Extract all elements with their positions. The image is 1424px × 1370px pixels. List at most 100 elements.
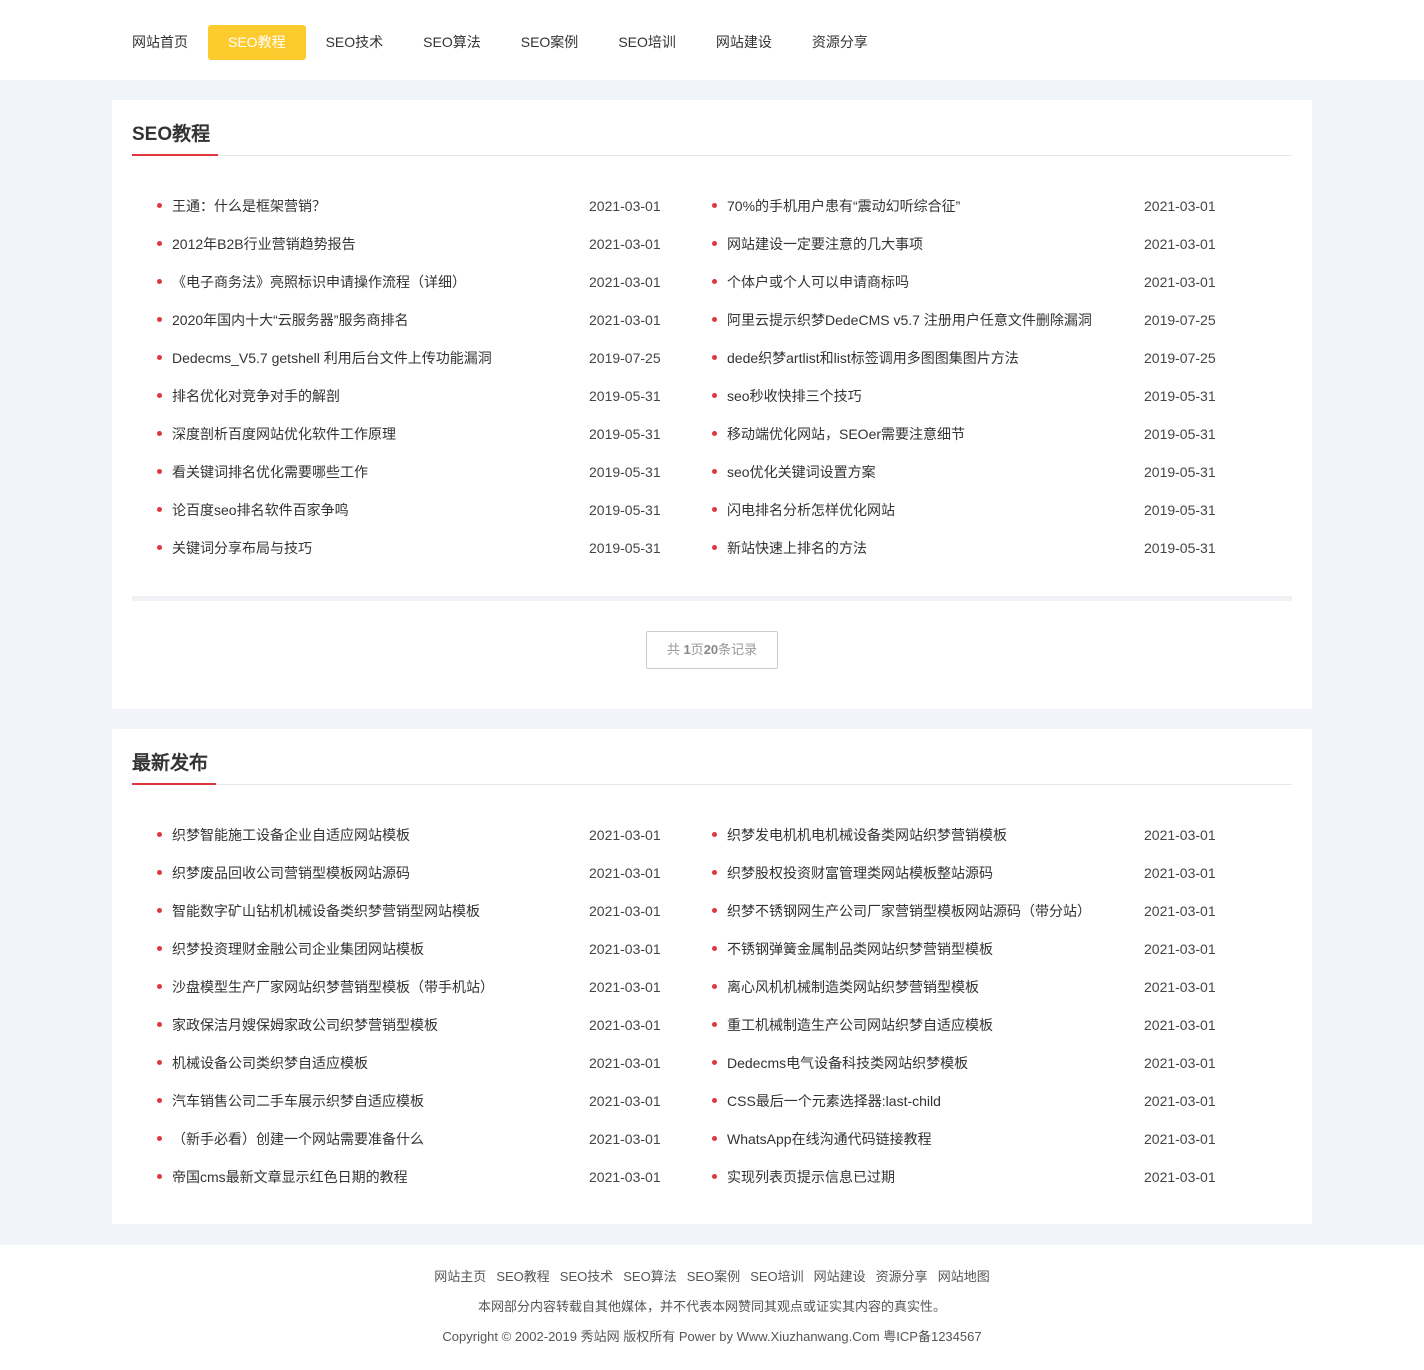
list-item[interactable]: 阿里云提示织梦DedeCMS v5.7 注册用户任意文件删除漏洞 2019-07-…: [712, 309, 1267, 347]
list-item[interactable]: 新站快速上排名的方法 2019-05-31: [712, 537, 1267, 575]
list-item[interactable]: 《电子商务法》亮照标识申请操作流程（详细） 2021-03-01: [157, 271, 712, 309]
article-title-link[interactable]: 织梦股权投资财富管理类网站模板整站源码: [727, 862, 993, 884]
list-item[interactable]: 家政保洁月嫂保姆家政公司织梦营销型模板 2021-03-01: [157, 1014, 712, 1052]
article-title-link[interactable]: 实现列表页提示信息已过期: [727, 1166, 895, 1188]
list-item[interactable]: 沙盘模型生产厂家网站织梦营销型模板（带手机站） 2021-03-01: [157, 976, 712, 1014]
article-title-link[interactable]: 个体户或个人可以申请商标吗: [727, 271, 909, 293]
article-title-link[interactable]: 2020年国内十大“云服务器”服务商排名: [172, 309, 408, 331]
list-item[interactable]: 织梦不锈钢网生产公司厂家营销型模板网站源码（带分站） 2021-03-01: [712, 900, 1267, 938]
article-title-link[interactable]: dede织梦artlist和list标签调用多图图集图片方法: [727, 347, 1019, 369]
article-title-link[interactable]: 阿里云提示织梦DedeCMS v5.7 注册用户任意文件删除漏洞: [727, 309, 1092, 331]
list-item[interactable]: 汽车销售公司二手车展示织梦自适应模板 2021-03-01: [157, 1090, 712, 1128]
article-date: 2021-03-01: [589, 236, 661, 252]
footer-link[interactable]: 资源分享: [876, 1266, 928, 1285]
article-title-link[interactable]: 智能数字矿山钻机机械设备类织梦营销型网站模板: [172, 900, 480, 922]
article-title-link[interactable]: 王通：什么是框架营销？: [172, 195, 326, 217]
footer-link[interactable]: SEO培训: [750, 1266, 803, 1285]
nav-item[interactable]: 网站建设: [696, 25, 792, 60]
article-title-link[interactable]: 排名优化对竞争对手的解剖: [172, 385, 340, 407]
nav-item[interactable]: SEO算法: [403, 25, 501, 60]
article-title-link[interactable]: 沙盘模型生产厂家网站织梦营销型模板（带手机站）: [172, 976, 494, 998]
list-item[interactable]: CSS最后一个元素选择器:last-child 2021-03-01: [712, 1090, 1267, 1128]
list-item[interactable]: 2020年国内十大“云服务器”服务商排名 2021-03-01: [157, 309, 712, 347]
article-title-link[interactable]: 不锈钢弹簧金属制品类网站织梦营销型模板: [727, 938, 993, 960]
list-item[interactable]: 个体户或个人可以申请商标吗 2021-03-01: [712, 271, 1267, 309]
article-title-link[interactable]: 论百度seo排名软件百家争鸣: [172, 499, 349, 521]
article-title-link[interactable]: 深度剖析百度网站优化软件工作原理: [172, 423, 396, 445]
article-title-link[interactable]: seo秒收快排三个技巧: [727, 385, 862, 407]
article-title-link[interactable]: 织梦投资理财金融公司企业集团网站模板: [172, 938, 424, 960]
article-title-link[interactable]: 织梦发电机机电机械设备类网站织梦营销模板: [727, 824, 1007, 846]
article-title-link[interactable]: 织梦废品回收公司营销型模板网站源码: [172, 862, 410, 884]
list-item[interactable]: Dedecms_V5.7 getshell 利用后台文件上传功能漏洞 2019-0…: [157, 347, 712, 385]
list-item[interactable]: 移动端优化网站，SEOer需要注意细节 2019-05-31: [712, 423, 1267, 461]
list-item[interactable]: （新手必看）创建一个网站需要准备什么 2021-03-01: [157, 1128, 712, 1166]
list-item[interactable]: WhatsApp在线沟通代码链接教程 2021-03-01: [712, 1128, 1267, 1166]
list-item[interactable]: 织梦废品回收公司营销型模板网站源码 2021-03-01: [157, 862, 712, 900]
article-title-link[interactable]: 网站建设一定要注意的几大事项: [727, 233, 923, 255]
list-item[interactable]: 看关键词排名优化需要哪些工作 2019-05-31: [157, 461, 712, 499]
article-title-link[interactable]: 机械设备公司类织梦自适应模板: [172, 1052, 368, 1074]
article-title-link[interactable]: 70%的手机用户患有“震动幻听综合征”: [727, 195, 960, 217]
list-item[interactable]: seo秒收快排三个技巧 2019-05-31: [712, 385, 1267, 423]
article-title-link[interactable]: CSS最后一个元素选择器:last-child: [727, 1090, 941, 1112]
nav-item[interactable]: SEO技术: [306, 25, 404, 60]
article-title-link[interactable]: 《电子商务法》亮照标识申请操作流程（详细）: [172, 271, 466, 293]
article-title-link[interactable]: 重工机械制造生产公司网站织梦自适应模板: [727, 1014, 993, 1036]
footer-link[interactable]: 网站建设: [814, 1266, 866, 1285]
nav-item[interactable]: SEO案例: [501, 25, 599, 60]
list-item[interactable]: 机械设备公司类织梦自适应模板 2021-03-01: [157, 1052, 712, 1090]
article-title-link[interactable]: WhatsApp在线沟通代码链接教程: [727, 1128, 932, 1150]
article-title-link[interactable]: 家政保洁月嫂保姆家政公司织梦营销型模板: [172, 1014, 438, 1036]
article-title-link[interactable]: 闪电排名分析怎样优化网站: [727, 499, 895, 521]
list-item[interactable]: 王通：什么是框架营销？ 2021-03-01: [157, 195, 712, 233]
list-item[interactable]: 实现列表页提示信息已过期 2021-03-01: [712, 1166, 1267, 1204]
article-title-link[interactable]: Dedecms_V5.7 getshell 利用后台文件上传功能漏洞: [172, 347, 492, 369]
list-item[interactable]: 离心风机机械制造类网站织梦营销型模板 2021-03-01: [712, 976, 1267, 1014]
list-item[interactable]: 织梦投资理财金融公司企业集团网站模板 2021-03-01: [157, 938, 712, 976]
footer-link[interactable]: SEO技术: [560, 1266, 613, 1285]
list-item[interactable]: Dedecms电气设备科技类网站织梦模板 2021-03-01: [712, 1052, 1267, 1090]
article-title-link[interactable]: 新站快速上排名的方法: [727, 537, 867, 559]
list-item[interactable]: 重工机械制造生产公司网站织梦自适应模板 2021-03-01: [712, 1014, 1267, 1052]
bullet-icon: [712, 1174, 717, 1179]
article-title-link[interactable]: 织梦智能施工设备企业自适应网站模板: [172, 824, 410, 846]
list-item[interactable]: 织梦发电机机电机械设备类网站织梦营销模板 2021-03-01: [712, 824, 1267, 862]
article-title-link[interactable]: 汽车销售公司二手车展示织梦自适应模板: [172, 1090, 424, 1112]
list-item[interactable]: 帝国cms最新文章显示红色日期的教程 2021-03-01: [157, 1166, 712, 1204]
list-item[interactable]: seo优化关键词设置方案 2019-05-31: [712, 461, 1267, 499]
footer-link[interactable]: 网站主页: [434, 1266, 486, 1285]
list-item[interactable]: 智能数字矿山钻机机械设备类织梦营销型网站模板 2021-03-01: [157, 900, 712, 938]
article-title-link[interactable]: 帝国cms最新文章显示红色日期的教程: [172, 1166, 408, 1188]
footer-link[interactable]: 网站地图: [938, 1266, 990, 1285]
list-item[interactable]: 70%的手机用户患有“震动幻听综合征” 2021-03-01: [712, 195, 1267, 233]
article-title-link[interactable]: 关键词分享布局与技巧: [172, 537, 312, 559]
list-item[interactable]: 不锈钢弹簧金属制品类网站织梦营销型模板 2021-03-01: [712, 938, 1267, 976]
article-title-link[interactable]: 2012年B2B行业营销趋势报告: [172, 233, 356, 255]
footer-link[interactable]: SEO教程: [496, 1266, 549, 1285]
footer-disclaimer: 本网部分内容转载自其他媒体，并不代表本网赞同其观点或证实其内容的真实性。: [477, 1299, 946, 1314]
list-item[interactable]: dede织梦artlist和list标签调用多图图集图片方法 2019-07-25: [712, 347, 1267, 385]
list-item[interactable]: 2012年B2B行业营销趋势报告 2021-03-01: [157, 233, 712, 271]
list-item[interactable]: 织梦智能施工设备企业自适应网站模板 2021-03-01: [157, 824, 712, 862]
footer-link[interactable]: SEO算法: [623, 1266, 676, 1285]
nav-item[interactable]: SEO教程: [208, 25, 306, 60]
article-title-link[interactable]: 看关键词排名优化需要哪些工作: [172, 461, 368, 483]
article-title-link[interactable]: 织梦不锈钢网生产公司厂家营销型模板网站源码（带分站）: [727, 900, 1091, 922]
article-title-link[interactable]: seo优化关键词设置方案: [727, 461, 876, 483]
list-item[interactable]: 网站建设一定要注意的几大事项 2021-03-01: [712, 233, 1267, 271]
nav-item[interactable]: SEO培训: [598, 25, 696, 60]
list-item[interactable]: 排名优化对竞争对手的解剖 2019-05-31: [157, 385, 712, 423]
article-title-link[interactable]: 离心风机机械制造类网站织梦营销型模板: [727, 976, 979, 998]
list-item[interactable]: 关键词分享布局与技巧 2019-05-31: [157, 537, 712, 575]
nav-item[interactable]: 资源分享: [792, 25, 888, 60]
article-title-link[interactable]: （新手必看）创建一个网站需要准备什么: [172, 1128, 424, 1150]
nav-item[interactable]: 网站首页: [112, 25, 208, 60]
list-item[interactable]: 论百度seo排名软件百家争鸣 2019-05-31: [157, 499, 712, 537]
list-item[interactable]: 闪电排名分析怎样优化网站 2019-05-31: [712, 499, 1267, 537]
footer-link[interactable]: SEO案例: [687, 1266, 740, 1285]
article-title-link[interactable]: 移动端优化网站，SEOer需要注意细节: [727, 423, 965, 445]
list-item[interactable]: 深度剖析百度网站优化软件工作原理 2019-05-31: [157, 423, 712, 461]
list-item[interactable]: 织梦股权投资财富管理类网站模板整站源码 2021-03-01: [712, 862, 1267, 900]
article-title-link[interactable]: Dedecms电气设备科技类网站织梦模板: [727, 1052, 968, 1074]
